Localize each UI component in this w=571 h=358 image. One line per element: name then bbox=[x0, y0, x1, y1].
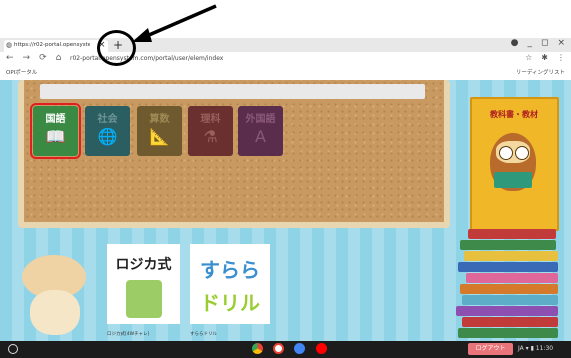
bookmarks-bar bbox=[0, 66, 571, 80]
logout-button[interactable]: ログアウト bbox=[468, 343, 513, 355]
reading-list-button[interactable]: リーディングリスト bbox=[516, 68, 565, 76]
stack-book bbox=[468, 229, 556, 239]
nav-buttons: ← → ⟳ ⌂ bbox=[6, 53, 61, 63]
subject-foreign-language-tile[interactable]: 外国語 A bbox=[238, 106, 283, 156]
back-button[interactable]: ← bbox=[6, 53, 14, 63]
compass-icon: 📐 bbox=[149, 127, 170, 146]
minimize-button[interactable]: _ bbox=[527, 38, 532, 48]
subject-label: 理科 bbox=[200, 114, 221, 125]
gmail-icon[interactable] bbox=[273, 343, 284, 354]
hamster-mascot-body bbox=[30, 290, 80, 335]
window-controls: ● _ ◻ × bbox=[511, 38, 565, 48]
bookmark-opi-portal[interactable]: OPIポータル bbox=[6, 68, 37, 76]
flask-icon: ⚗ bbox=[203, 127, 218, 146]
paper-strip bbox=[40, 84, 425, 99]
book-icon: 📖 bbox=[45, 127, 66, 146]
status-tray[interactable]: JA ▾ ▮ 11:30 bbox=[518, 343, 553, 355]
docs-icon[interactable] bbox=[294, 343, 305, 354]
address-icons: ☆ ✱ ⋮ bbox=[525, 53, 565, 62]
subject-label: 社会 bbox=[97, 114, 118, 125]
stack-book bbox=[460, 240, 556, 250]
tab-title[interactable]: https://r02-portal.opensystem.../ bbox=[14, 42, 90, 48]
bookmark-star-icon[interactable]: ☆ bbox=[525, 53, 532, 62]
stack-book bbox=[456, 306, 558, 316]
chrome-icon[interactable] bbox=[252, 343, 263, 354]
youtube-icon[interactable] bbox=[316, 343, 327, 354]
stack-book bbox=[460, 284, 558, 294]
subject-social-tile[interactable]: 社会 🌐 bbox=[85, 106, 130, 156]
annotation-arrow bbox=[132, 4, 217, 42]
textbook-panel-title: 教科書・教材 bbox=[490, 110, 538, 119]
home-button[interactable]: ⌂ bbox=[56, 53, 62, 63]
subject-label: 国語 bbox=[45, 114, 66, 125]
reload-button[interactable]: ⟳ bbox=[39, 53, 47, 63]
maximize-button[interactable]: ◻ bbox=[541, 38, 548, 48]
logica-app-label: ロジカ式[4Wチャレ] bbox=[107, 332, 150, 337]
surala-logo-text-2: ドリル bbox=[200, 291, 260, 315]
subject-science-tile[interactable]: 理科 ⚗ bbox=[188, 106, 233, 156]
surala-logo-text-1: すらら bbox=[200, 258, 260, 282]
robot-icon bbox=[125, 280, 162, 318]
stack-book bbox=[462, 317, 558, 327]
stack-book bbox=[462, 295, 558, 305]
stack-book bbox=[466, 273, 558, 283]
logica-app-tile[interactable]: ロジカ式 bbox=[107, 244, 180, 324]
owl-eye-left bbox=[499, 146, 513, 160]
subject-label: 外国語 bbox=[245, 114, 276, 125]
launcher-icon[interactable] bbox=[8, 344, 18, 354]
close-window-button[interactable]: × bbox=[557, 38, 565, 48]
subject-math-tile[interactable]: 算数 📐 bbox=[137, 106, 182, 156]
extensions-icon[interactable]: ✱ bbox=[541, 53, 548, 62]
abc-icon: A bbox=[255, 127, 266, 146]
owl-eye-right bbox=[515, 146, 529, 160]
url-field[interactable]: r02-portal.opensystem.com/portal/user/el… bbox=[70, 55, 223, 62]
profile-icon[interactable]: ● bbox=[511, 38, 519, 48]
stack-book bbox=[464, 251, 558, 261]
subject-label: 算数 bbox=[149, 114, 170, 125]
stack-book bbox=[458, 328, 558, 338]
forward-button[interactable]: → bbox=[23, 53, 31, 63]
logica-logo-text: ロジカ式 bbox=[115, 257, 172, 273]
owl-book bbox=[494, 172, 532, 188]
subject-japanese-tile[interactable]: 国語 📖 bbox=[30, 103, 81, 159]
globe-icon: ◍ bbox=[6, 41, 13, 49]
surala-app-label: すららドリル bbox=[190, 332, 217, 337]
menu-icon[interactable]: ⋮ bbox=[557, 53, 565, 62]
surala-app-tile[interactable]: すらら ドリル bbox=[190, 244, 270, 324]
stack-book bbox=[458, 262, 558, 272]
globe-icon: 🌐 bbox=[97, 127, 118, 146]
